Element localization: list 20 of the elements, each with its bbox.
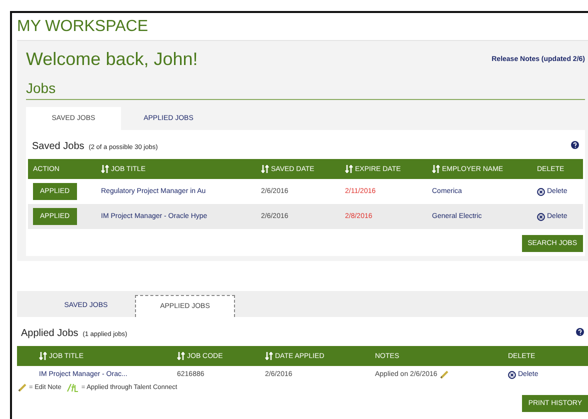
sort-icon xyxy=(39,352,47,360)
delete-icon xyxy=(508,370,516,378)
help-icon[interactable] xyxy=(576,328,584,336)
sort-icon xyxy=(101,165,109,173)
sort-icon xyxy=(177,352,185,360)
sort-icon xyxy=(265,352,273,360)
card-title: Applied Jobs xyxy=(21,328,78,339)
sort-icon xyxy=(345,165,353,173)
delete-icon xyxy=(537,212,545,220)
card-title: Saved Jobs xyxy=(32,141,84,152)
delete-icon xyxy=(537,188,545,196)
help-icon[interactable] xyxy=(571,141,579,149)
sort-icon xyxy=(261,165,269,173)
section-heading: Jobs xyxy=(26,80,585,100)
welcome-heading: Welcome back, John! xyxy=(26,49,198,70)
sort-icon xyxy=(432,165,440,173)
talent-connect-icon xyxy=(67,383,80,392)
pencil-icon[interactable] xyxy=(440,370,450,379)
page-title: MY WORKSPACE xyxy=(16,17,149,37)
pencil-icon[interactable] xyxy=(18,383,27,392)
